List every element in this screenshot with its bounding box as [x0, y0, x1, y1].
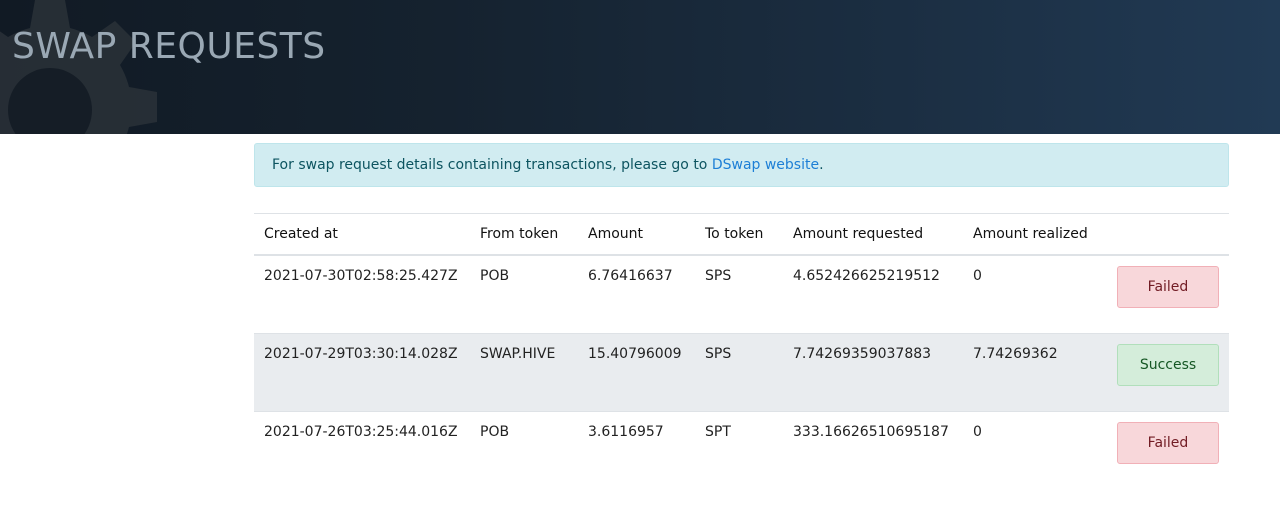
- gear-icon: [0, 0, 157, 134]
- swap-requests-table: Created at From token Amount To token Am…: [254, 213, 1229, 489]
- table-row: 2021-07-26T03:25:44.016Z POB 3.6116957 S…: [254, 410, 1229, 489]
- column-header-amount: Amount: [578, 213, 695, 256]
- dswap-website-link[interactable]: DSwap website: [712, 157, 819, 173]
- created-at-cell: 2021-07-29T03:30:14.028Z: [254, 332, 470, 411]
- table-header-row: Created at From token Amount To token Am…: [254, 213, 1229, 256]
- column-header-created-at: Created at: [254, 213, 470, 256]
- amount-realized-cell: 7.74269362: [963, 332, 1106, 411]
- info-alert: For swap request details containing tran…: [254, 143, 1229, 187]
- status-badge-success[interactable]: Success: [1117, 343, 1219, 386]
- column-header-to-token: To token: [695, 213, 783, 256]
- column-header-from-token: From token: [470, 213, 578, 256]
- to-token-cell: SPS: [695, 332, 783, 411]
- amount-requested-cell: 333.16626510695187: [783, 410, 963, 489]
- created-at-cell: 2021-07-26T03:25:44.016Z: [254, 410, 470, 489]
- table-row: 2021-07-30T02:58:25.427Z POB 6.76416637 …: [254, 254, 1229, 333]
- table-row: 2021-07-29T03:30:14.028Z SWAP.HIVE 15.40…: [254, 332, 1229, 411]
- status-badge-failed[interactable]: Failed: [1117, 266, 1219, 308]
- alert-text: For swap request details containing tran…: [272, 157, 712, 173]
- status-cell: Failed: [1106, 254, 1229, 333]
- alert-suffix: .: [819, 157, 824, 173]
- from-token-cell: SWAP.HIVE: [470, 332, 578, 411]
- amount-cell: 6.76416637: [578, 254, 695, 333]
- amount-cell: 15.40796009: [578, 332, 695, 411]
- to-token-cell: SPT: [695, 410, 783, 489]
- column-header-amount-requested: Amount requested: [783, 213, 963, 256]
- main-content: For swap request details containing tran…: [254, 143, 1229, 489]
- from-token-cell: POB: [470, 254, 578, 333]
- amount-requested-cell: 4.652426625219512: [783, 254, 963, 333]
- amount-realized-cell: 0: [963, 254, 1106, 333]
- status-badge-failed[interactable]: Failed: [1117, 421, 1219, 464]
- column-header-status: [1106, 213, 1229, 256]
- to-token-cell: SPS: [695, 254, 783, 333]
- created-at-cell: 2021-07-30T02:58:25.427Z: [254, 254, 470, 333]
- from-token-cell: POB: [470, 410, 578, 489]
- amount-cell: 3.6116957: [578, 410, 695, 489]
- page-title: SWAP REQUESTS: [12, 26, 326, 67]
- column-header-amount-realized: Amount realized: [963, 213, 1106, 256]
- amount-realized-cell: 0: [963, 410, 1106, 489]
- status-cell: Failed: [1106, 410, 1229, 489]
- status-cell: Success: [1106, 332, 1229, 411]
- page-header: SWAP REQUESTS: [0, 0, 1280, 134]
- amount-requested-cell: 7.74269359037883: [783, 332, 963, 411]
